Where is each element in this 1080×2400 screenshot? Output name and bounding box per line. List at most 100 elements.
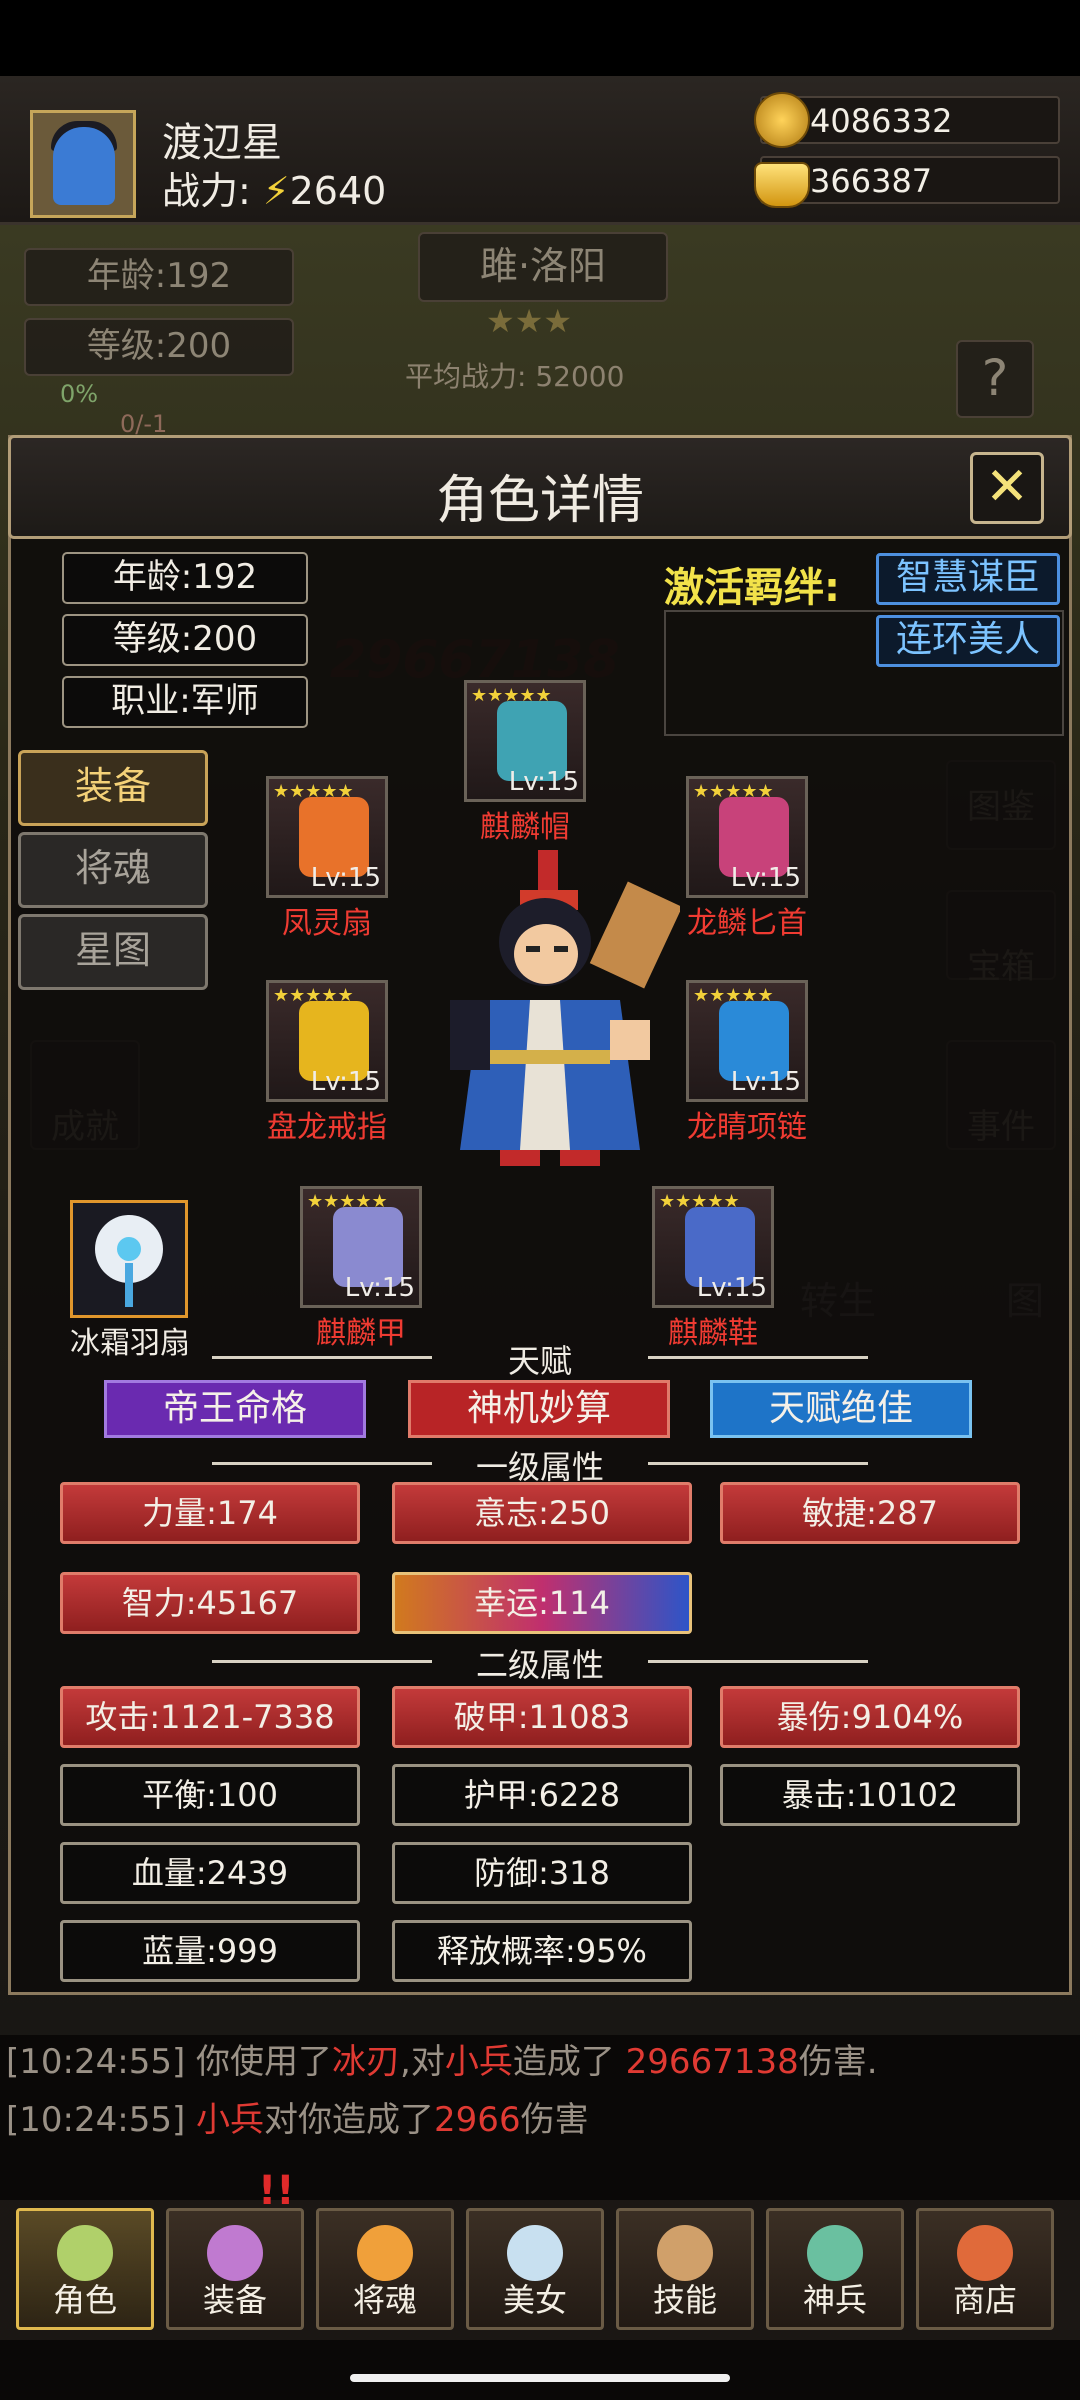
bg-level: 等级:200	[24, 318, 294, 376]
bg-stage-stars: ★★★	[486, 302, 573, 340]
log-text: 伤害.	[798, 2042, 878, 2082]
item-name: 龙鳞匕首	[687, 906, 807, 941]
log-text: ,对	[400, 2042, 445, 2082]
tab-soul[interactable]: 将魂	[18, 832, 208, 908]
item-level: Lv:15	[310, 1067, 381, 1097]
nav-skill[interactable]: 技能	[616, 2208, 754, 2330]
power-label: 战力:	[162, 169, 251, 213]
ingot-value: 366387	[810, 162, 933, 200]
attr-mp: 蓝量:999	[60, 1920, 360, 1982]
attr-armor-break: 破甲:11083	[392, 1686, 692, 1748]
star-rating: ★★★★★	[693, 985, 774, 1006]
log-text: 对你造成了	[264, 2100, 435, 2140]
item-slot-dagger[interactable]: ★★★★★ Lv:15	[686, 776, 808, 898]
bg-stage-name[interactable]: 雎·洛阳	[418, 232, 668, 302]
divider	[212, 1660, 432, 1663]
attr-strength: 力量:174	[60, 1482, 360, 1544]
nav-label: 装备	[202, 2281, 267, 2319]
nav-label: 神兵	[802, 2281, 867, 2319]
skill-icon	[657, 2225, 713, 2281]
attr-balance: 平衡:100	[60, 1764, 360, 1826]
item-level: Lv:15	[696, 1273, 767, 1303]
character-icon	[57, 2225, 113, 2281]
player-avatar[interactable]	[30, 110, 136, 218]
divider	[212, 1462, 432, 1465]
item-name: 麒麟甲	[316, 1316, 406, 1351]
nav-shop[interactable]: 商店	[916, 2208, 1054, 2330]
log-line: [10:24:55] 你使用了冰刃,对小兵造成了 29667138伤害.	[6, 2034, 878, 2083]
star-rating: ★★★★★	[273, 985, 354, 1006]
log-text: 你使用了	[196, 2042, 333, 2082]
talent-emperor[interactable]: 帝王命格	[104, 1380, 366, 1438]
item-slot-boots[interactable]: ★★★★★ Lv:15	[652, 1186, 774, 1308]
nav-equipment[interactable]: 装备	[166, 2208, 304, 2330]
bg-exp-percent: 0%	[60, 380, 99, 408]
item-name: 麒麟帽	[480, 810, 570, 845]
item-slot-hat[interactable]: ★★★★★ Lv:15	[464, 680, 586, 802]
divine-weapon-icon	[807, 2225, 863, 2281]
attr-defense: 防御:318	[392, 1842, 692, 1904]
nav-beauty[interactable]: 美女	[466, 2208, 604, 2330]
bond-tag-wise-minister[interactable]: 智慧谋臣	[876, 553, 1060, 605]
talent-excellent[interactable]: 天赋绝佳	[710, 1380, 972, 1438]
star-rating: ★★★★★	[659, 1191, 740, 1212]
weapon-name: 冰霜羽扇	[70, 1326, 190, 1361]
beauty-icon	[507, 2225, 563, 2281]
attr-crit: 暴击:10102	[720, 1764, 1020, 1826]
gold-counter[interactable]: 4086332	[754, 92, 1060, 148]
feather-fan-icon	[95, 1215, 163, 1307]
talent-divine-strategy[interactable]: 神机妙算	[408, 1380, 670, 1438]
help-button[interactable]: ?	[956, 340, 1034, 418]
home-indicator[interactable]	[350, 2374, 730, 2382]
nav-label: 技能	[652, 2281, 717, 2319]
weapon-slot[interactable]	[70, 1200, 188, 1318]
star-rating: ★★★★★	[273, 781, 354, 802]
nav-divine-weapon[interactable]: 神兵	[766, 2208, 904, 2330]
log-text: 造成了	[512, 2042, 626, 2082]
bg-avg-power: 平均战力: 52000	[405, 360, 625, 393]
equipment-icon	[207, 2225, 263, 2281]
hero-sprite	[450, 850, 680, 1166]
item-slot-fan[interactable]: ★★★★★ Lv:15	[266, 776, 388, 898]
attr-release-chance: 释放概率:95%	[392, 1920, 692, 1982]
log-damage: 29667138	[625, 2042, 799, 2082]
attr-agility: 敏捷:287	[720, 1482, 1020, 1544]
bond-tag-chain-beauty[interactable]: 连环美人	[876, 615, 1060, 667]
nav-label: 商店	[952, 2281, 1017, 2319]
close-icon: ✕	[985, 457, 1029, 517]
bg-age: 年龄:192	[24, 248, 294, 306]
talent-title: 天赋	[507, 1342, 572, 1380]
nav-soul[interactable]: 将魂	[316, 2208, 454, 2330]
item-slot-necklace[interactable]: ★★★★★ Lv:15	[686, 980, 808, 1102]
log-target: 小兵	[444, 2042, 513, 2082]
tab-equipment[interactable]: 装备	[18, 750, 208, 826]
gold-ingot-icon	[754, 162, 810, 208]
secondary-title: 二级属性	[475, 1646, 604, 1684]
notification-badge: !!	[258, 2168, 295, 2214]
gold-value: 4086332	[810, 102, 953, 140]
nav-character[interactable]: 角色	[16, 2208, 154, 2330]
item-slot-armor[interactable]: ★★★★★ Lv:15	[300, 1186, 422, 1308]
divider	[648, 1462, 868, 1465]
attr-attack: 攻击:1121-7338	[60, 1686, 360, 1748]
nav-label: 角色	[52, 2281, 117, 2319]
attr-intellect: 智力:45167	[60, 1572, 360, 1634]
attr-crit-damage: 暴伤:9104%	[720, 1686, 1020, 1748]
log-damage: 2966	[434, 2100, 521, 2140]
gold-coin-icon	[754, 92, 810, 148]
attr-armor: 护甲:6228	[392, 1764, 692, 1826]
bond-label: 激活羁绊:	[664, 565, 840, 611]
attr-will: 意志:250	[392, 1482, 692, 1544]
nav-label: 美女	[502, 2281, 567, 2319]
item-slot-ring[interactable]: ★★★★★ Lv:15	[266, 980, 388, 1102]
power-bolt-icon: ⚡	[262, 169, 290, 213]
star-rating: ★★★★★	[693, 781, 774, 802]
close-button[interactable]: ✕	[970, 452, 1044, 524]
ingot-counter[interactable]: 366387	[754, 156, 1060, 208]
star-rating: ★★★★★	[307, 1191, 388, 1212]
divider	[648, 1356, 868, 1359]
tab-star-map[interactable]: 星图	[18, 914, 208, 990]
log-text: 伤害	[520, 2100, 589, 2140]
stat-level: 等级:200	[62, 614, 308, 666]
item-level: Lv:15	[730, 863, 801, 893]
